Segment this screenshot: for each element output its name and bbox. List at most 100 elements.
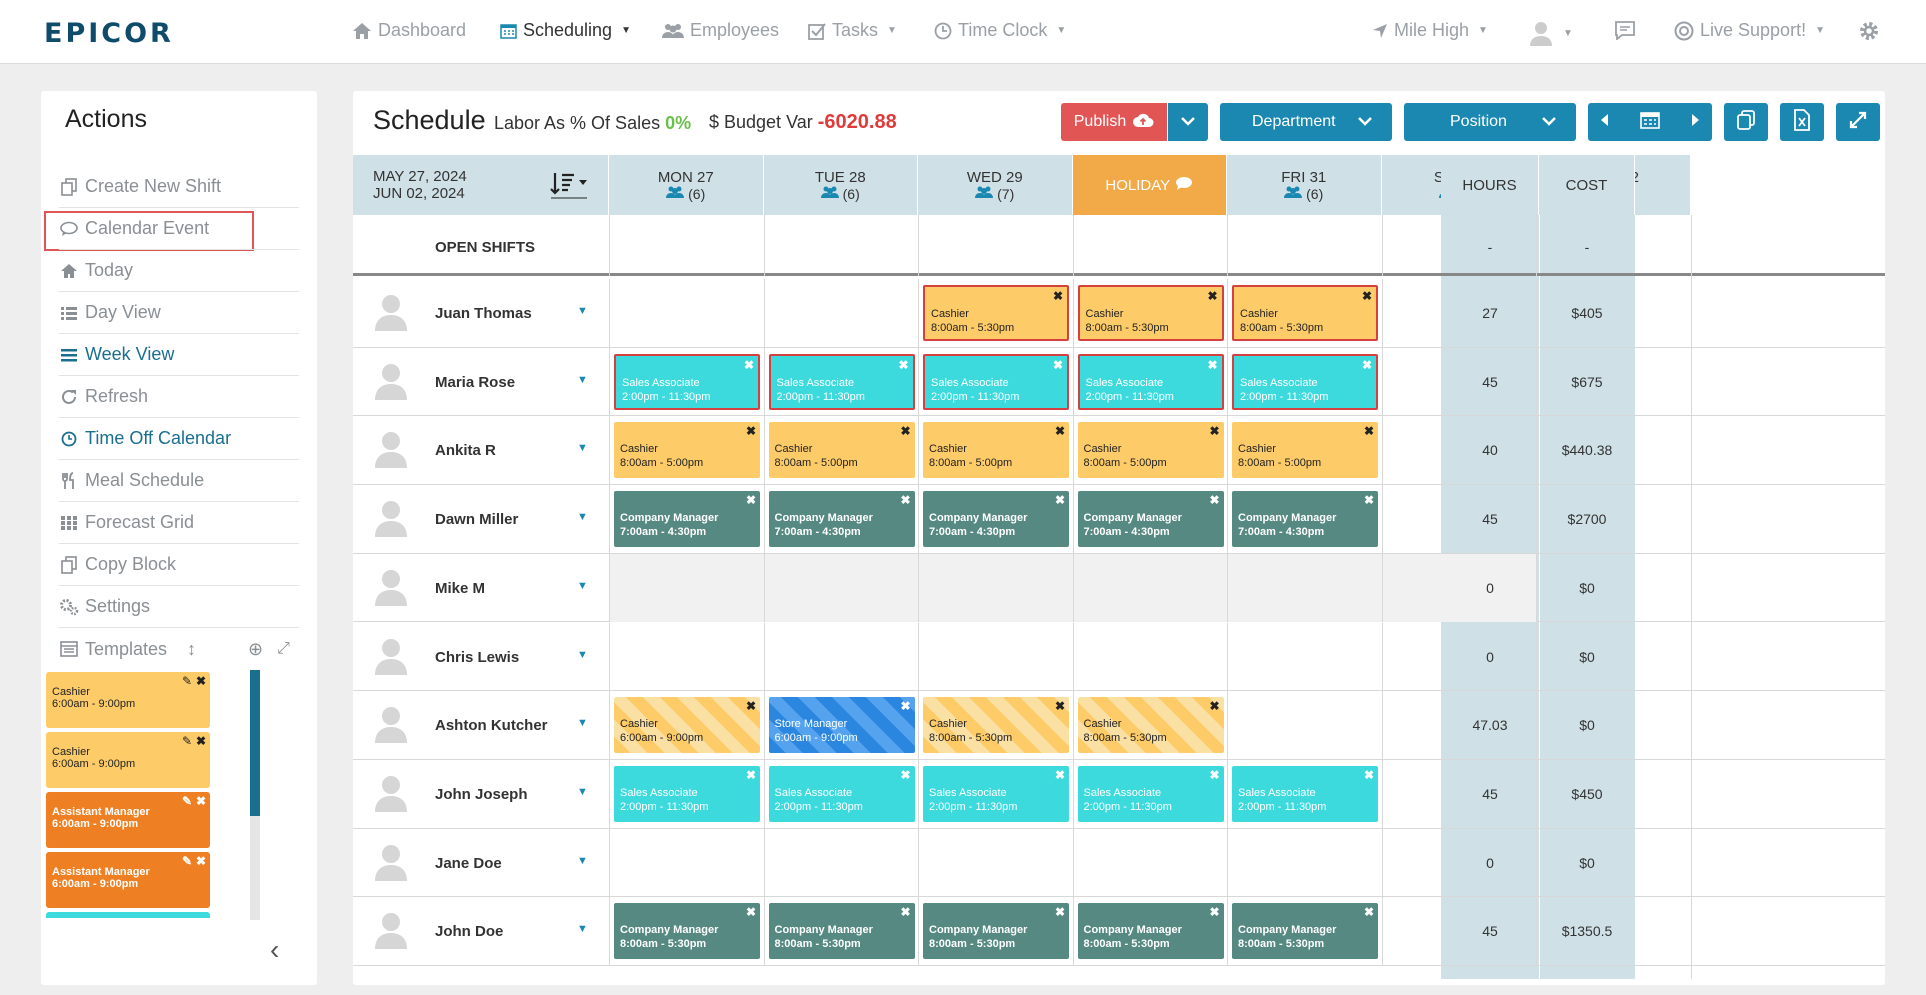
shift-block[interactable]: Company Manager 8:00am - 5:30pm ✖ [614, 903, 760, 960]
open-shift-cell[interactable] [1072, 215, 1228, 276]
edit-icon[interactable]: ✎ [182, 854, 192, 868]
day-header-fri-31[interactable]: FRI 31 (6) [1227, 155, 1382, 215]
schedule-cell[interactable]: Company Manager 7:00am - 4:30pm ✖ [1227, 485, 1382, 554]
close-icon[interactable]: ✖ [900, 768, 910, 782]
close-icon[interactable]: ✖ [1209, 905, 1219, 919]
schedule-cell[interactable] [763, 622, 919, 692]
close-icon[interactable]: ✖ [1055, 905, 1065, 919]
department-dropdown[interactable]: Department [1220, 103, 1392, 141]
close-icon[interactable]: ✖ [1364, 905, 1374, 919]
copy-schedule-button[interactable] [1724, 103, 1768, 141]
template-card[interactable]: Assistant Manager 6:00am - 9:00pm ✎ ✖ [46, 792, 210, 848]
schedule-cell[interactable] [918, 622, 1073, 692]
nav-time-clock[interactable]: Time Clock ▼ [934, 20, 1066, 41]
shift-block[interactable]: Company Manager 7:00am - 4:30pm ✖ [923, 491, 1069, 548]
day-header-holiday[interactable]: HOLIDAY [1072, 155, 1227, 215]
schedule-cell[interactable]: Sales Associate 2:00pm - 11:30pm ✖ [1227, 347, 1382, 417]
schedule-cell[interactable]: Sales Associate 2:00pm - 11:30pm ✖ [1072, 347, 1228, 417]
schedule-cell[interactable] [609, 828, 764, 898]
shift-block[interactable]: Cashier 8:00am - 5:30pm ✖ [1077, 285, 1224, 341]
caret-down-icon[interactable]: ▼ [577, 786, 588, 798]
schedule-cell[interactable] [609, 279, 764, 348]
close-icon[interactable]: ✖ [900, 699, 910, 713]
publish-dropdown-button[interactable] [1168, 103, 1208, 141]
close-icon[interactable]: ✖ [898, 358, 908, 372]
sidebar-item-day-view[interactable]: Day View [59, 292, 299, 334]
schedule-cell[interactable] [1227, 553, 1382, 623]
shift-block[interactable]: Cashier 6:00am - 9:00pm ✖ [614, 697, 760, 754]
shift-block[interactable]: Company Manager 7:00am - 4:30pm ✖ [1232, 491, 1378, 548]
schedule-cell[interactable]: Cashier 8:00am - 5:30pm ✖ [918, 691, 1073, 760]
collapse-sidebar-icon[interactable]: ‹ [270, 934, 279, 966]
schedule-cell[interactable]: Cashier 8:00am - 5:30pm ✖ [1072, 279, 1228, 348]
shift-block[interactable]: Company Manager 7:00am - 4:30pm ✖ [768, 491, 915, 548]
employee-name[interactable]: Chris Lewis [435, 649, 519, 666]
add-template-icon[interactable]: ⊕ [248, 639, 263, 660]
template-card[interactable]: Cashier 6:00am - 9:00pm ✎ ✖ [46, 672, 210, 728]
sidebar-item-time-off-calendar[interactable]: Time Off Calendar [59, 418, 299, 460]
schedule-cell[interactable]: Sales Associate 2:00pm - 11:30pm ✖ [1227, 759, 1382, 829]
employee-name[interactable]: Jane Doe [435, 855, 502, 872]
close-icon[interactable]: ✖ [1364, 424, 1374, 438]
shift-block[interactable]: Cashier 8:00am - 5:00pm ✖ [614, 422, 760, 479]
export-excel-button[interactable] [1780, 103, 1824, 141]
shift-block[interactable]: Sales Associate 2:00pm - 11:30pm ✖ [1077, 765, 1224, 822]
shift-block[interactable]: Sales Associate 2:00pm - 11:30pm ✖ [1232, 353, 1378, 410]
sidebar-item-meal-schedule[interactable]: Meal Schedule [59, 460, 299, 502]
shift-block[interactable]: Sales Associate 2:00pm - 11:30pm ✖ [1232, 765, 1378, 822]
schedule-cell[interactable] [918, 828, 1073, 898]
close-icon[interactable]: ✖ [1209, 768, 1219, 782]
schedule-cell[interactable]: Store Manager 6:00am - 9:00pm ✖ [763, 691, 919, 760]
employee-name[interactable]: Juan Thomas [435, 305, 532, 322]
employee-name[interactable]: John Joseph [435, 786, 528, 803]
shift-block[interactable]: Sales Associate 2:00pm - 11:30pm ✖ [768, 765, 915, 822]
nav-scheduling[interactable]: Scheduling ▼ [500, 20, 631, 41]
schedule-cell[interactable]: Sales Associate 2:00pm - 11:30pm ✖ [1072, 759, 1228, 829]
nav-tasks[interactable]: Tasks ▼ [808, 20, 897, 41]
close-icon[interactable]: ✖ [746, 493, 756, 507]
schedule-cell[interactable]: Company Manager 7:00am - 4:30pm ✖ [763, 485, 919, 554]
caret-down-icon[interactable]: ▼ [577, 511, 588, 523]
schedule-cell[interactable]: Cashier 8:00am - 5:00pm ✖ [763, 416, 919, 486]
settings-button[interactable] [1858, 20, 1880, 42]
caret-down-icon[interactable]: ▼ [577, 717, 588, 729]
edit-icon[interactable]: ✎ [182, 734, 192, 748]
schedule-cell[interactable]: Cashier 8:00am - 5:00pm ✖ [918, 416, 1073, 486]
calendar-picker-button[interactable] [1622, 103, 1678, 141]
close-icon[interactable]: ✖ [1209, 699, 1219, 713]
close-icon[interactable]: ✖ [1207, 289, 1217, 303]
caret-down-icon[interactable]: ▼ [577, 580, 588, 592]
close-icon[interactable]: ✖ [1362, 358, 1372, 372]
sidebar-item-week-view[interactable]: Week View [59, 334, 299, 376]
sidebar-item-today[interactable]: Today [59, 250, 299, 292]
shift-block[interactable]: Company Manager 8:00am - 5:30pm ✖ [1232, 903, 1378, 960]
sidebar-item-create-new-shift[interactable]: Create New Shift [59, 166, 299, 208]
open-shift-cell[interactable] [1227, 215, 1382, 276]
schedule-cell[interactable]: Cashier 8:00am - 5:00pm ✖ [609, 416, 764, 486]
shift-block[interactable]: Cashier 8:00am - 5:30pm ✖ [1077, 697, 1224, 754]
close-icon[interactable]: ✖ [1362, 289, 1372, 303]
employee-name[interactable]: Maria Rose [435, 374, 515, 391]
open-shift-cell[interactable] [609, 215, 764, 276]
close-icon[interactable]: ✖ [746, 905, 756, 919]
position-dropdown[interactable]: Position [1404, 103, 1576, 141]
schedule-cell[interactable] [1072, 622, 1228, 692]
schedule-cell[interactable]: Sales Associate 2:00pm - 11:30pm ✖ [763, 347, 919, 417]
schedule-cell[interactable] [1072, 553, 1227, 623]
caret-down-icon[interactable]: ▼ [577, 649, 588, 661]
shift-block[interactable]: Company Manager 8:00am - 5:30pm ✖ [768, 903, 915, 960]
shift-block[interactable]: Store Manager 6:00am - 9:00pm ✖ [768, 697, 915, 754]
shift-block[interactable]: Cashier 8:00am - 5:00pm ✖ [923, 422, 1069, 479]
schedule-cell[interactable]: Sales Associate 2:00pm - 11:30pm ✖ [609, 759, 764, 829]
schedule-cell[interactable]: Company Manager 8:00am - 5:30pm ✖ [1072, 897, 1228, 966]
employee-name[interactable]: John Doe [435, 923, 503, 940]
close-icon[interactable]: ✖ [196, 674, 206, 688]
caret-down-icon[interactable]: ▼ [577, 923, 588, 935]
expand-templates-icon[interactable]: ⤢ [277, 640, 290, 658]
schedule-cell[interactable]: Sales Associate 2:00pm - 11:30pm ✖ [763, 759, 919, 829]
user-menu[interactable]: ▼ [1528, 20, 1573, 46]
close-icon[interactable]: ✖ [1055, 493, 1065, 507]
shift-block[interactable]: Sales Associate 2:00pm - 11:30pm ✖ [614, 765, 760, 822]
schedule-cell[interactable] [763, 553, 918, 623]
schedule-cell[interactable] [763, 279, 919, 348]
